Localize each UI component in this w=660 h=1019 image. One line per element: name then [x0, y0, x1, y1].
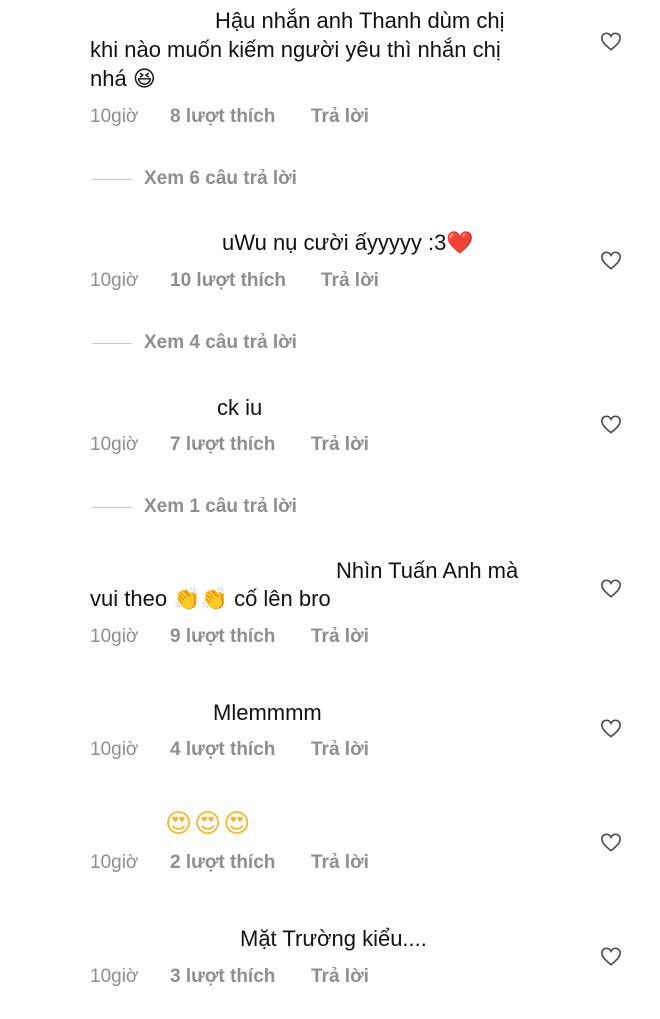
comment-time: 10giờ — [90, 106, 139, 127]
view-replies-label: Xem 6 câu trả lời — [144, 168, 297, 189]
view-replies-button[interactable]: Xem 4 câu trả lời — [92, 332, 297, 354]
comment-meta: 10giờ 7 lượt thích Trả lời — [90, 434, 369, 456]
divider — [92, 178, 132, 180]
comment-text-line: ck iu — [217, 395, 263, 420]
comment-meta: 10giờ 9 lượt thích Trả lời — [90, 626, 369, 648]
view-replies-label: Xem 4 câu trả lời — [144, 332, 297, 353]
heart-outline-icon[interactable] — [600, 832, 622, 852]
comment-text-line: vui theo 👏👏 cố lên bro — [90, 586, 331, 611]
like-count[interactable]: 7 lượt thích — [170, 434, 311, 456]
comment-time: 10giờ — [90, 626, 139, 647]
like-count[interactable]: 10 lượt thích — [170, 270, 321, 292]
like-count[interactable]: 4 lượt thích — [170, 739, 311, 761]
comment-meta: 10giờ 2 lượt thích Trả lời — [90, 852, 369, 874]
comment-time: 10giờ — [90, 852, 139, 873]
heart-outline-icon[interactable] — [600, 31, 622, 51]
comment-text-line: 😍😍😍 — [165, 808, 253, 838]
comment-text-line: Hậu nhắn anh Thanh dùm chị — [215, 8, 505, 33]
like-count[interactable]: 9 lượt thích — [170, 626, 311, 648]
comment-time: 10giờ — [90, 270, 139, 291]
comment-text-line: khi nào muốn kiếm người yêu thì nhắn chị — [90, 37, 501, 62]
comment-meta: 10giờ 4 lượt thích Trả lời — [90, 739, 369, 761]
heart-outline-icon[interactable] — [600, 718, 622, 738]
view-replies-button[interactable]: Xem 6 câu trả lời — [92, 168, 297, 190]
comment-time: 10giờ — [90, 966, 139, 987]
like-count[interactable]: 2 lượt thích — [170, 852, 311, 874]
heart-outline-icon[interactable] — [600, 250, 622, 270]
comment-text-line: Nhìn Tuấn Anh mà — [336, 558, 519, 583]
view-replies-button[interactable]: Xem 1 câu trả lời — [92, 496, 297, 518]
reply-button[interactable]: Trả lời — [311, 626, 369, 648]
heart-outline-icon[interactable] — [600, 414, 622, 434]
comment-meta: 10giờ 10 lượt thích Trả lời — [90, 270, 379, 292]
reply-button[interactable]: Trả lời — [311, 966, 369, 988]
like-count[interactable]: 8 lượt thích — [170, 106, 311, 128]
heart-outline-icon[interactable] — [600, 946, 622, 966]
like-count[interactable]: 3 lượt thích — [170, 966, 311, 988]
reply-button[interactable]: Trả lời — [311, 852, 369, 874]
view-replies-label: Xem 1 câu trả lời — [144, 496, 297, 517]
comment-meta: 10giờ 3 lượt thích Trả lời — [90, 966, 369, 988]
heart-outline-icon[interactable] — [600, 578, 622, 598]
comment-meta: 10giờ 8 lượt thích Trả lời — [90, 106, 369, 128]
comment-text-line: nhá 😆 — [90, 66, 156, 91]
comment-text-line: uWu nụ cười ấyyyyy :3❤️ — [222, 230, 474, 255]
divider — [92, 342, 132, 344]
reply-button[interactable]: Trả lời — [311, 106, 369, 128]
comment-time: 10giờ — [90, 434, 139, 455]
comment-time: 10giờ — [90, 739, 139, 760]
divider — [92, 506, 132, 508]
reply-button[interactable]: Trả lời — [311, 434, 369, 456]
reply-button[interactable]: Trả lời — [321, 270, 379, 292]
reply-button[interactable]: Trả lời — [311, 739, 369, 761]
comment-text-line: Mlemmmm — [213, 700, 322, 725]
comment-text-line: Mặt Trường kiểu.... — [240, 926, 427, 951]
